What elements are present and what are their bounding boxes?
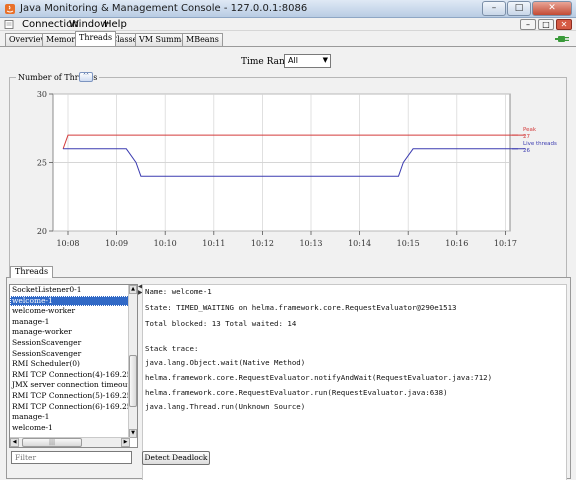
inner-minimize-button[interactable]: – <box>520 19 536 30</box>
thread-count-chart: 20 25 30 10:08 10:09 10:10 10:11 10:12 10:13 10:1… <box>37 90 557 248</box>
x-tick-label: 10:14 <box>348 239 371 248</box>
java-app-icon <box>5 4 15 14</box>
legend-live-label: Live threads <box>523 141 557 147</box>
thread-list[interactable]: SocketListener0-1 welcome-1 welcome-worker… <box>9 284 138 448</box>
scroll-left-icon[interactable]: ◀ <box>10 438 19 447</box>
document-icon <box>4 20 14 29</box>
x-tick-label: 10:10 <box>154 239 177 248</box>
tab-mbeans[interactable]: MBeans <box>182 33 223 46</box>
thread-list-vertical-scrollbar[interactable]: ▲ ▼ <box>128 285 137 438</box>
close-button[interactable]: ✕ <box>532 1 572 16</box>
inner-restore-button[interactable]: □ <box>538 19 554 30</box>
scroll-up-icon[interactable]: ▲ <box>129 285 137 294</box>
thread-filter-input[interactable] <box>11 451 132 464</box>
thread-list-item[interactable]: welcome-worker <box>10 306 137 317</box>
thread-list-item[interactable]: SessionScavenger <box>10 338 137 349</box>
detect-deadlock-button[interactable]: Detect Deadlock <box>142 451 210 465</box>
y-tick-label: 20 <box>37 227 47 236</box>
thread-state: State: TIMED_WAITING on helma.framework.… <box>145 303 457 312</box>
stack-trace-header: Stack trace: <box>145 344 199 353</box>
stack-frame: java.lang.Object.wait(Native Method) <box>145 358 306 367</box>
legend-live-value: 26 <box>523 148 530 154</box>
thread-totals: Total blocked: 13 Total waited: 14 <box>145 319 297 328</box>
maximize-button[interactable]: □ <box>507 1 531 16</box>
threads-list-tab[interactable]: Threads <box>10 266 54 278</box>
menu-window[interactable]: Window <box>69 19 108 30</box>
stack-frame: helma.framework.core.RequestEvaluator.no… <box>145 373 493 382</box>
scroll-down-icon[interactable]: ▼ <box>129 429 137 438</box>
thread-list-horizontal-scrollbar[interactable]: ◀ ||| ▶ <box>10 437 130 447</box>
menu-bar: Connection Window Help – □ ✕ <box>0 18 576 31</box>
thread-list-item[interactable]: manage-worker <box>10 327 137 338</box>
vertical-scroll-thumb[interactable] <box>129 355 137 407</box>
legend-peak-value: 27 <box>523 134 530 140</box>
x-tick-label: 10:09 <box>105 239 128 248</box>
tab-bar: Overview Memory Threads Classes VM Summa… <box>0 31 576 46</box>
thread-list-item[interactable]: RMI TCP Connection(4)-169.254.93.2 <box>10 370 137 381</box>
legend-peak-label: Peak <box>523 127 537 133</box>
thread-list-item[interactable]: manage-1 <box>10 412 137 423</box>
x-tick-label: 10:11 <box>202 239 225 248</box>
horizontal-scroll-thumb[interactable]: ||| <box>22 438 82 447</box>
thread-list-item[interactable]: RMI Scheduler(0) <box>10 359 137 370</box>
title-bar: Java Monitoring & Management Console - 1… <box>0 0 576 18</box>
stack-frame: helma.framework.core.RequestEvaluator.ru… <box>145 388 448 397</box>
thread-list-item[interactable]: welcome-1 <box>10 295 137 307</box>
y-tick-label: 25 <box>37 159 47 168</box>
thread-list-item[interactable]: RMI TCP Connection(5)-169.254.93.2 <box>10 391 137 402</box>
thread-list-item[interactable]: SocketListener0-1 <box>10 285 137 296</box>
stack-frame: java.lang.Thread.run(Unknown Source) <box>145 402 306 411</box>
window-title: Java Monitoring & Management Console - 1… <box>20 3 308 14</box>
x-tick-label: 10:17 <box>494 239 517 248</box>
threads-page: Time Range: All ▼ Number of Threads ˄˄ 2… <box>0 46 576 480</box>
tab-threads[interactable]: Threads <box>75 31 117 46</box>
thread-list-item[interactable]: RMI TCP Connection(6)-169.254.93.2 <box>10 402 137 413</box>
scroll-right-icon[interactable]: ▶ <box>121 438 130 447</box>
thread-list-item[interactable]: welcome-1 <box>10 423 137 434</box>
x-tick-label: 10:13 <box>299 239 322 248</box>
minimize-button[interactable]: – <box>482 1 506 16</box>
thread-list-item[interactable]: SessionScavenger <box>10 349 137 360</box>
connection-plug-icon[interactable] <box>554 34 570 44</box>
thread-list-item[interactable]: JMX server connection timeout 35 <box>10 380 137 391</box>
y-tick-label: 30 <box>37 90 47 99</box>
x-tick-label: 10:08 <box>56 239 79 248</box>
thread-name: Name: welcome-1 <box>145 287 212 296</box>
x-tick-label: 10:15 <box>397 239 420 248</box>
x-tick-label: 10:12 <box>251 239 274 248</box>
thread-list-item[interactable]: manage-1 <box>10 317 137 328</box>
inner-close-button[interactable]: ✕ <box>556 19 572 30</box>
menu-help[interactable]: Help <box>104 19 127 30</box>
x-tick-label: 10:16 <box>445 239 468 248</box>
